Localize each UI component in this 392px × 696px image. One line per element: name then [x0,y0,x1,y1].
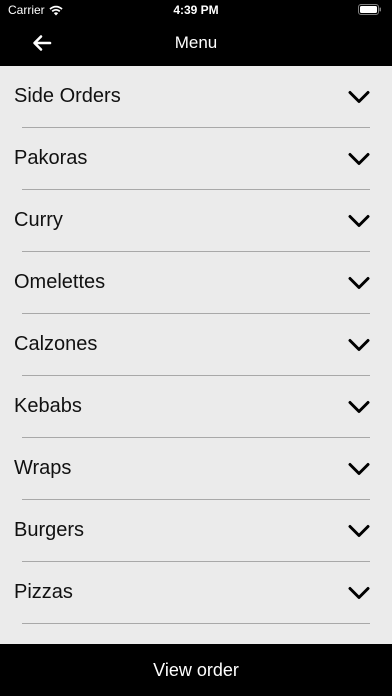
navigation-bar: Menu [0,20,392,66]
category-label: Burgers [14,519,85,541]
chevron-down-icon [348,153,370,165]
category-label: Pizzas [14,581,73,603]
page-title: Menu [174,33,218,52]
chevron-down-icon [348,277,370,289]
category-label: Side Orders [14,85,121,107]
category-row-burgers[interactable]: Burgers [0,500,392,562]
status-time: 4:39 PM [173,3,219,17]
category-label: Curry [14,209,63,231]
category-label: Omelettes [14,271,106,293]
view-order-button[interactable]: View order [0,644,392,696]
category-label: Pakoras [14,147,88,169]
menu-category-list: Side Orders Pakoras Curry Omelettes Calz… [0,66,392,644]
category-row-kebabs[interactable]: Kebabs [0,376,392,438]
chevron-down-icon [348,91,370,103]
category-label: Calzones [14,333,98,355]
chevron-down-icon [348,401,370,413]
chevron-down-icon [348,525,370,537]
category-label: Kebabs [14,395,82,417]
category-row-side-orders[interactable]: Side Orders [0,66,392,128]
category-row-pakoras[interactable]: Pakoras [0,128,392,190]
category-row-curry[interactable]: Curry [0,190,392,252]
category-row-pizzas[interactable]: Pizzas [0,562,392,624]
category-row-wraps[interactable]: Wraps [0,438,392,500]
row-divider [22,623,370,624]
status-bar: Carrier 4:39 PM [0,0,392,20]
category-row-calzones[interactable]: Calzones [0,314,392,376]
category-row-omelettes[interactable]: Omelettes [0,252,392,314]
battery-icon [358,4,381,15]
chevron-down-icon [348,339,370,351]
chevron-down-icon [348,215,370,227]
category-label: Wraps [14,457,72,479]
chevron-down-icon [348,587,370,599]
chevron-down-icon [348,463,370,475]
